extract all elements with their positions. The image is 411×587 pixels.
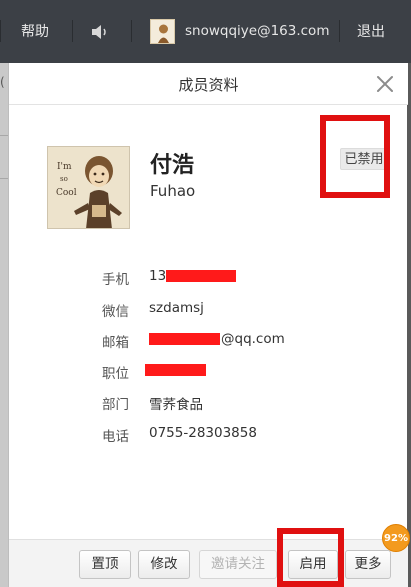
more-button[interactable]: 更多 [345, 550, 391, 579]
wechat-label: 微信 [102, 304, 129, 320]
account-avatar[interactable] [150, 19, 175, 44]
highlight-status [320, 115, 390, 198]
divider [0, 178, 8, 179]
email-label: 邮箱 [102, 335, 129, 351]
dialog-header: 成员资料 [9, 63, 408, 105]
divider [0, 135, 8, 136]
logout-link[interactable]: 退出 [357, 21, 385, 41]
account-email[interactable]: snowqqiye@163.com [185, 23, 329, 39]
redaction-mark [145, 364, 206, 376]
phone-label: 手机 [102, 272, 129, 288]
speaker-icon[interactable] [91, 24, 111, 40]
tel-label: 电话 [102, 429, 129, 445]
background-page: ( [0, 63, 8, 587]
svg-text:so: so [60, 175, 68, 183]
divider [72, 20, 73, 42]
department-label: 部门 [102, 397, 129, 413]
position-label: 职位 [102, 366, 129, 382]
svg-text:Cool: Cool [56, 188, 77, 198]
member-name-cn: 付浩 [150, 153, 195, 178]
invite-button: 邀请关注 [199, 550, 277, 579]
background-text: ( [0, 75, 5, 89]
close-icon[interactable] [373, 72, 397, 96]
svg-text:I'm: I'm [57, 162, 72, 172]
redaction-mark [166, 270, 236, 282]
redaction-mark [149, 333, 220, 345]
email-value: @qq.com [221, 331, 285, 347]
tel-value: 0755-28303858 [149, 425, 257, 441]
top-bar: 帮助 snowqqiye@163.com 退出 [0, 0, 411, 63]
member-name-en: Fuhao [150, 182, 196, 200]
divider [339, 20, 340, 42]
divider [0, 20, 1, 42]
highlight-enable [277, 528, 344, 587]
edit-button[interactable]: 修改 [138, 550, 190, 579]
pin-button[interactable]: 置顶 [79, 550, 131, 579]
dialog-title: 成员资料 [178, 76, 239, 94]
department-value: 雪荞食品 [149, 397, 203, 413]
phone-value: 13 [149, 268, 167, 284]
progress-badge: 92% [382, 524, 410, 552]
wechat-value: szdamsj [149, 300, 204, 316]
dialog-footer: 置顶 修改 邀请关注 启用 更多 [9, 539, 408, 587]
divider [131, 20, 132, 42]
member-photo: I'm so Cool [47, 146, 130, 229]
help-link[interactable]: 帮助 [21, 21, 49, 41]
